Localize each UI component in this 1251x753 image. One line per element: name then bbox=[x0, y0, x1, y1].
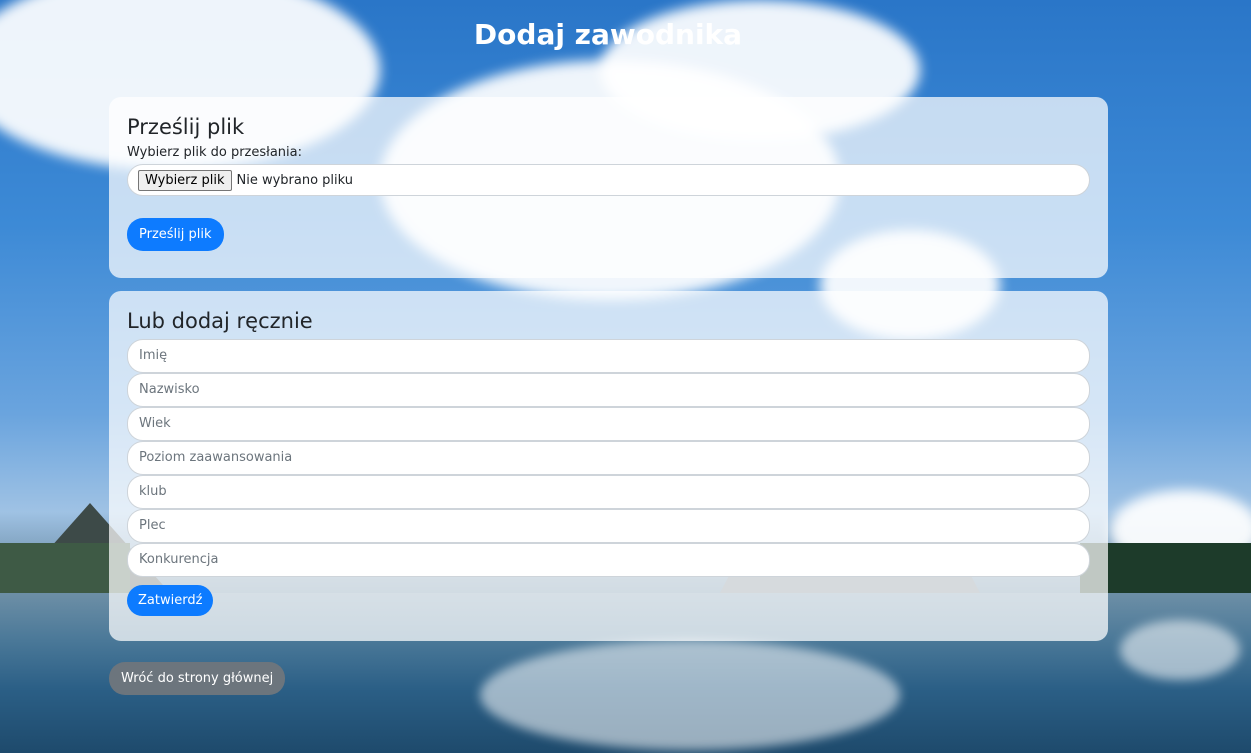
choose-file-button[interactable]: Wybierz plik bbox=[138, 169, 232, 191]
gender-input[interactable]: Plec bbox=[127, 509, 1090, 543]
last-name-input[interactable]: Nazwisko bbox=[127, 373, 1090, 407]
club-input[interactable]: klub bbox=[127, 475, 1090, 509]
age-input[interactable]: Wiek bbox=[127, 407, 1090, 441]
manual-entry-card: Lub dodaj ręcznie Imię Nazwisko Wiek Poz… bbox=[109, 291, 1108, 641]
page-title: Dodaj zawodnika bbox=[473, 18, 743, 51]
upload-submit-button[interactable]: Prześlij plik bbox=[127, 218, 224, 251]
back-home-button[interactable]: Wróć do strony głównej bbox=[109, 662, 286, 695]
confirm-button[interactable]: Zatwierdź bbox=[127, 585, 214, 616]
event-input[interactable]: Konkurencja bbox=[127, 543, 1090, 577]
first-name-input[interactable]: Imię bbox=[127, 339, 1090, 373]
level-input[interactable]: Poziom zaawansowania bbox=[127, 441, 1090, 475]
upload-card: Prześlij plik Wybierz plik do przesłania… bbox=[109, 97, 1108, 278]
file-status: Nie wybrano pliku bbox=[236, 172, 354, 188]
manual-fields: Imię Nazwisko Wiek Poziom zaawansowania … bbox=[127, 339, 1090, 577]
file-label: Wybierz plik do przesłania: bbox=[127, 145, 303, 160]
file-input[interactable]: Wybierz plik Nie wybrano pliku bbox=[127, 164, 1090, 196]
manual-heading: Lub dodaj ręcznie bbox=[127, 309, 313, 333]
upload-heading: Prześlij plik bbox=[127, 115, 245, 139]
